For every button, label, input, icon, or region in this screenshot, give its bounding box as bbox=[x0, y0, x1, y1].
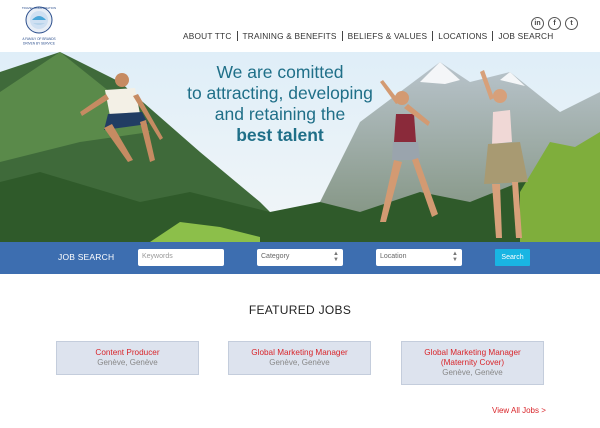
view-all-jobs-link[interactable]: View All Jobs > bbox=[492, 406, 546, 415]
main-nav: ABOUT TTC TRAINING & BENEFITS BELIEFS & … bbox=[183, 31, 553, 41]
featured-jobs-title: FEATURED JOBS bbox=[248, 303, 352, 317]
job-title[interactable]: Global Marketing Manager bbox=[229, 348, 370, 358]
hero-line-2: to attracting, developing bbox=[187, 83, 373, 103]
linkedin-icon[interactable]: in bbox=[531, 17, 544, 30]
job-card[interactable]: Content Producer Genève, Genève bbox=[56, 341, 199, 375]
twitter-icon[interactable]: t bbox=[565, 17, 578, 30]
select-arrows-icon: ▲ ▼ bbox=[452, 251, 458, 263]
select-arrows-icon: ▲ ▼ bbox=[333, 251, 339, 263]
hero-banner: We are comitted to attracting, developin… bbox=[0, 52, 600, 242]
hero-headline: We are comitted to attracting, developin… bbox=[140, 62, 420, 146]
nav-training-benefits[interactable]: TRAINING & BENEFITS bbox=[243, 31, 337, 41]
hero-line-3: and retaining the bbox=[214, 104, 346, 124]
job-title[interactable]: Content Producer bbox=[57, 348, 198, 358]
hero-line-1: We are comitted bbox=[216, 62, 344, 82]
hero-line-4: best talent bbox=[236, 125, 324, 145]
job-location: Genève, Genève bbox=[97, 358, 158, 367]
site-header: TRAVEL CORPORATION A FAMILY OF BRANDS DR… bbox=[0, 0, 600, 52]
nav-divider bbox=[236, 31, 238, 41]
logo-line1: A FAMILY OF BRANDS bbox=[22, 37, 55, 41]
job-location: Genève, Genève bbox=[442, 368, 503, 377]
nav-about[interactable]: ABOUT TTC bbox=[183, 31, 232, 41]
location-select[interactable]: Location ▲ ▼ bbox=[376, 249, 462, 266]
logo-top-text: TRAVEL CORPORATION bbox=[22, 6, 56, 10]
keywords-input[interactable]: Keywords bbox=[138, 249, 224, 266]
facebook-icon[interactable]: f bbox=[548, 17, 561, 30]
nav-divider bbox=[492, 31, 494, 41]
job-card[interactable]: Global Marketing Manager (Maternity Cove… bbox=[401, 341, 544, 385]
social-links: in f t bbox=[531, 17, 578, 30]
location-value: Location bbox=[380, 253, 407, 260]
job-title-subtitle[interactable]: (Maternity Cover) bbox=[402, 358, 543, 368]
category-value: Category bbox=[261, 253, 290, 260]
job-location: Genève, Genève bbox=[269, 358, 330, 367]
nav-beliefs-values[interactable]: BELIEFS & VALUES bbox=[348, 31, 428, 41]
nav-locations[interactable]: LOCATIONS bbox=[438, 31, 487, 41]
job-search-label: JOB SEARCH bbox=[58, 252, 115, 262]
nav-job-search[interactable]: JOB SEARCH bbox=[498, 31, 553, 41]
nav-divider bbox=[341, 31, 343, 41]
logo-line2: DRIVEN BY SERVICE bbox=[23, 42, 55, 46]
job-card[interactable]: Global Marketing Manager Genève, Genève bbox=[228, 341, 371, 375]
search-button[interactable]: Search bbox=[495, 249, 530, 266]
nav-divider bbox=[432, 31, 434, 41]
company-logo[interactable]: TRAVEL CORPORATION A FAMILY OF BRANDS DR… bbox=[16, 4, 62, 48]
job-title[interactable]: Global Marketing Manager bbox=[402, 348, 543, 358]
job-search-bar: JOB SEARCH Keywords Category ▲ ▼ Location… bbox=[0, 242, 600, 274]
category-select[interactable]: Category ▲ ▼ bbox=[257, 249, 343, 266]
